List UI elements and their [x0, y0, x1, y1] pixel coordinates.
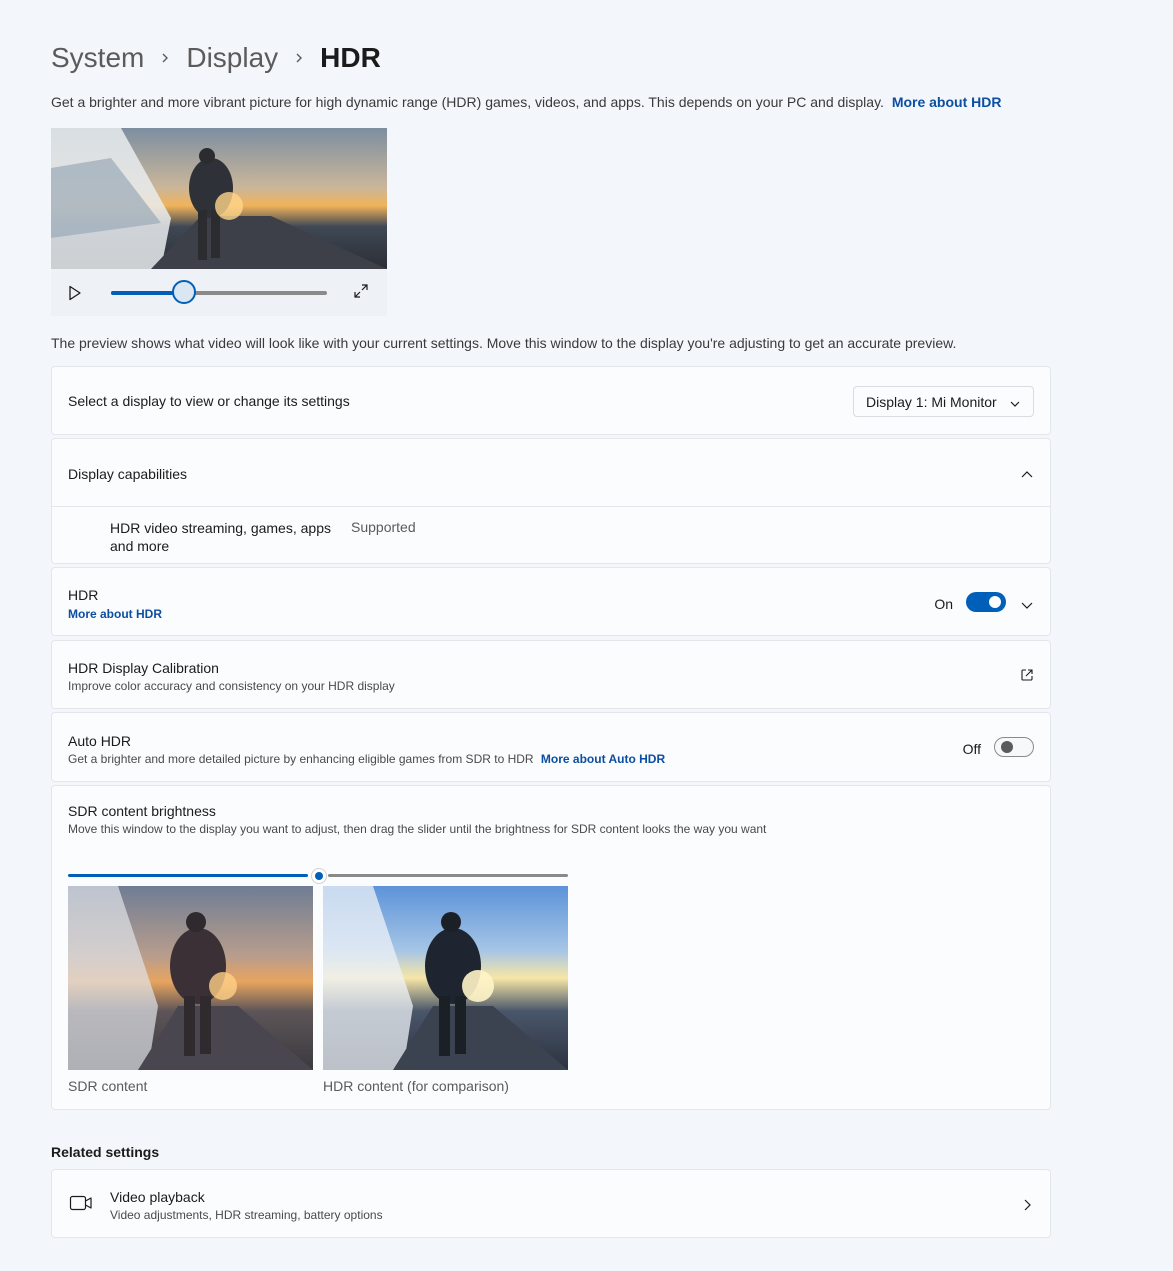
more-about-auto-hdr-link[interactable]: More about Auto HDR: [541, 752, 665, 766]
chevron-up-icon[interactable]: [1020, 467, 1034, 485]
auto-hdr-text: Auto HDR Get a brighter and more detaile…: [68, 733, 665, 766]
sdr-brightness-text: SDR content brightness Move this window …: [68, 803, 766, 836]
display-capabilities-card: Display capabilities HDR video streaming…: [51, 438, 1051, 564]
sdr-slider-thumb[interactable]: [311, 868, 327, 884]
auto-hdr-toggle[interactable]: [994, 737, 1034, 757]
hdr-more-link[interactable]: More about HDR: [68, 607, 162, 621]
display-dropdown-value: Display 1: Mi Monitor: [866, 393, 997, 410]
capability-name: HDR video streaming, games, apps and mor…: [110, 519, 331, 555]
video-playback-card[interactable]: Video playback Video adjustments, HDR st…: [51, 1169, 1051, 1238]
video-playback-subtitle: Video adjustments, HDR streaming, batter…: [110, 1208, 383, 1222]
hdr-toggle[interactable]: [966, 592, 1006, 612]
calibration-subtitle: Improve color accuracy and consistency o…: [68, 679, 395, 693]
capabilities-header[interactable]: Display capabilities: [52, 439, 1050, 507]
video-progress-slider[interactable]: [111, 280, 327, 304]
chevron-down-icon[interactable]: [1020, 597, 1034, 615]
auto-hdr-state-label: Off: [962, 741, 981, 757]
video-playback-title: Video playback: [110, 1189, 205, 1205]
video-camera-icon: [69, 1194, 93, 1217]
sdr-slider-track: [328, 874, 568, 877]
video-playback-text: Video playback Video adjustments, HDR st…: [110, 1189, 383, 1222]
fullscreen-icon[interactable]: [353, 283, 369, 304]
hdr-state-label: On: [934, 596, 953, 612]
sdr-content-image: [68, 886, 313, 1070]
sdr-brightness-title: SDR content brightness: [68, 803, 216, 819]
play-icon[interactable]: [68, 285, 82, 306]
hdr-card: HDR More about HDR On: [51, 567, 1051, 636]
auto-hdr-title: Auto HDR: [68, 733, 132, 749]
intro-description: Get a brighter and more vibrant picture …: [51, 94, 884, 110]
display-select-label: Select a display to view or change its s…: [68, 393, 350, 409]
hdr-content-image: [323, 886, 568, 1070]
preview-note: The preview shows what video will look l…: [51, 335, 957, 351]
hdr-text: HDR More about HDR: [68, 587, 162, 621]
hdr-calibration-card[interactable]: HDR Display Calibration Improve color ac…: [51, 640, 1051, 709]
breadcrumb-system[interactable]: System: [51, 42, 144, 74]
capability-status: Supported: [351, 519, 416, 535]
display-select-card: Select a display to view or change its s…: [51, 366, 1051, 435]
auto-hdr-subtitle: Get a brighter and more detailed picture…: [68, 752, 534, 766]
related-settings-title: Related settings: [51, 1144, 160, 1160]
breadcrumb: System Display HDR: [51, 38, 381, 78]
sdr-content-caption: SDR content: [68, 1078, 148, 1094]
video-preview: [51, 128, 387, 316]
page-title: HDR: [320, 42, 381, 73]
capabilities-title: Display capabilities: [68, 466, 188, 482]
display-dropdown[interactable]: Display 1: Mi Monitor: [853, 386, 1034, 417]
video-progress-thumb[interactable]: [172, 280, 197, 304]
sdr-brightness-subtitle: Move this window to the display you want…: [68, 822, 767, 836]
open-external-icon[interactable]: [1020, 668, 1034, 687]
calibration-text: HDR Display Calibration Improve color ac…: [68, 660, 395, 693]
chevron-down-icon: [1009, 396, 1021, 412]
sdr-brightness-slider[interactable]: [68, 868, 568, 884]
video-scene-image: [51, 128, 387, 269]
sdr-slider-fill: [68, 874, 308, 877]
auto-hdr-subtitle-row: Get a brighter and more detailed picture…: [68, 752, 665, 766]
auto-hdr-card: Auto HDR Get a brighter and more detaile…: [51, 712, 1051, 782]
capability-name-line2: and more: [110, 538, 170, 554]
intro-text: Get a brighter and more vibrant picture …: [51, 94, 1001, 110]
breadcrumb-display[interactable]: Display: [186, 42, 278, 74]
sdr-brightness-card: SDR content brightness Move this window …: [51, 785, 1051, 1110]
video-frame: [51, 128, 387, 269]
calibration-title: HDR Display Calibration: [68, 660, 219, 676]
hdr-content-caption: HDR content (for comparison): [323, 1078, 509, 1094]
chevron-right-icon: [278, 52, 320, 64]
hdr-title: HDR: [68, 587, 99, 603]
chevron-right-icon: [144, 52, 186, 64]
video-controls: [51, 269, 387, 316]
capability-name-line1: HDR video streaming, games, apps: [110, 520, 331, 536]
chevron-right-icon[interactable]: [1022, 1198, 1032, 1217]
more-about-hdr-link[interactable]: More about HDR: [892, 94, 1002, 110]
